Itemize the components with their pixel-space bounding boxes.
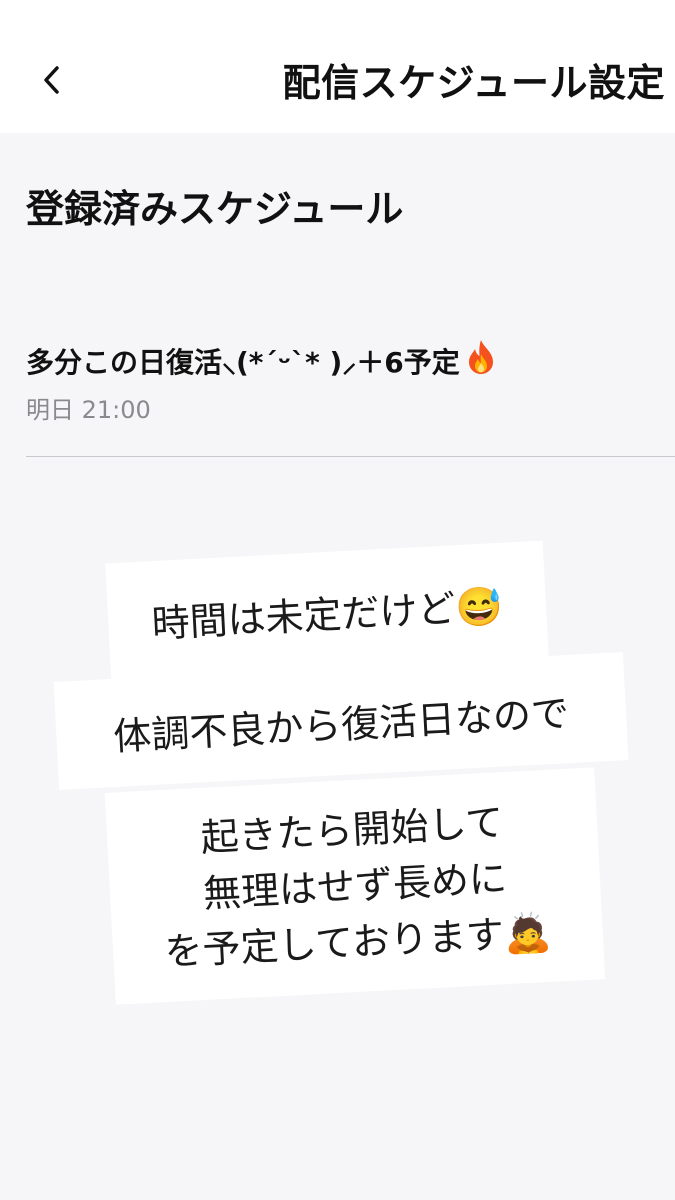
text-sticker-3: 起きたら開始して 無理はせず長めに を予定しております🙇 <box>104 767 606 1005</box>
fire-icon <box>464 338 498 383</box>
list-divider <box>26 456 675 457</box>
sticker-1-text: 時間は未定だけど😅 <box>150 583 504 646</box>
section-heading: 登録済みスケジュール <box>26 187 404 231</box>
page-title: 配信スケジュール設定 <box>282 61 665 105</box>
chevron-left-icon <box>44 66 59 94</box>
schedule-title: 多分この日復活‪⸜(*ˊᵕˋ* )⸝‬＋6予定 <box>26 338 498 383</box>
back-button[interactable] <box>30 52 74 108</box>
top-nav-bar: 配信スケジュール設定 <box>0 0 675 133</box>
schedule-list-item[interactable]: 多分この日復活‪⸜(*ˊᵕˋ* )⸝‬＋6予定 明日 21:00 <box>0 330 675 458</box>
schedule-title-text: 多分この日復活‪⸜(*ˊᵕˋ* )⸝‬＋6予定 <box>26 346 460 379</box>
schedule-time: 明日 21:00 <box>26 396 151 424</box>
sticker-2-text: 体調不良から復活日なので <box>112 690 571 759</box>
